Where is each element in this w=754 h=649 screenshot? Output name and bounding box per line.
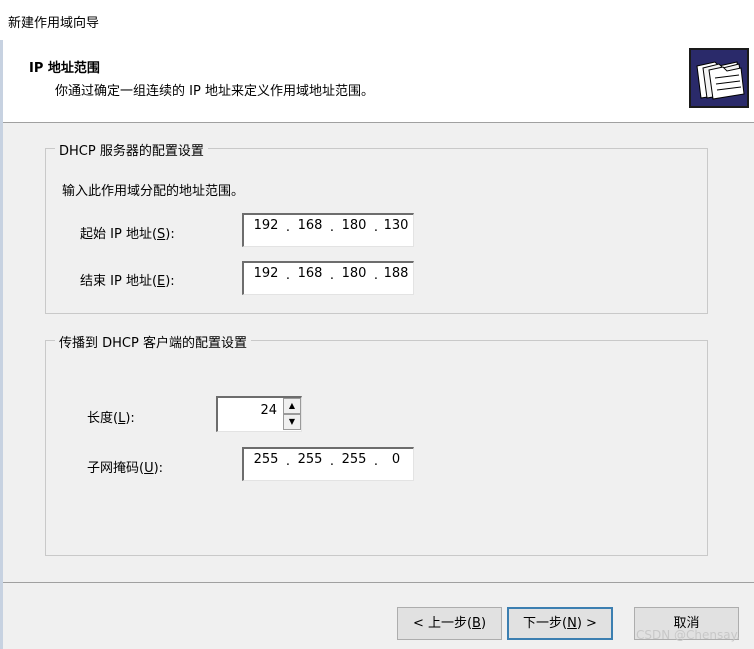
end-ip-octet-4[interactable]: 188 xyxy=(378,266,414,281)
footer-separator xyxy=(3,582,754,583)
wizard-window: 新建作用域向导 IP 地址范围 你通过确定一组连续的 IP 地址来定义作用域地址… xyxy=(0,0,754,649)
title-bar: 新建作用域向导 xyxy=(0,0,754,40)
back-button[interactable]: < 上一步(B) xyxy=(397,607,502,640)
spinner-arrows: ▲ ▼ xyxy=(283,398,301,431)
start-ip-octet-2[interactable]: 168 xyxy=(292,218,328,233)
page-title: IP 地址范围 xyxy=(29,61,100,76)
start-ip-input[interactable]: 192 . 168 . 180 . 130 xyxy=(242,213,414,247)
length-value[interactable]: 24 xyxy=(260,403,277,418)
start-ip-octet-3[interactable]: 180 xyxy=(336,218,372,233)
length-spinner[interactable]: 24 ▲ ▼ xyxy=(216,396,302,432)
window-edge xyxy=(0,40,3,649)
length-label: 长度(L): xyxy=(87,411,135,426)
start-ip-label: 起始 IP 地址(S): xyxy=(80,227,175,242)
end-ip-octet-2[interactable]: 168 xyxy=(292,266,328,281)
folders-wizard-icon xyxy=(689,48,749,108)
dhcp-group-legend: DHCP 服务器的配置设置 xyxy=(55,140,208,159)
mask-octet-2[interactable]: 255 xyxy=(292,452,328,467)
end-ip-octet-1[interactable]: 192 xyxy=(248,266,284,281)
client-group-legend: 传播到 DHCP 客户端的配置设置 xyxy=(55,332,251,351)
subnet-mask-input[interactable]: 255 . 255 . 255 . 0 xyxy=(242,447,414,481)
wizard-header: IP 地址范围 你通过确定一组连续的 IP 地址来定义作用域地址范围。 xyxy=(3,40,754,123)
mask-octet-3[interactable]: 255 xyxy=(336,452,372,467)
spin-down-icon[interactable]: ▼ xyxy=(283,414,301,430)
window-title: 新建作用域向导 xyxy=(8,16,100,31)
end-ip-octet-3[interactable]: 180 xyxy=(336,266,372,281)
mask-octet-4[interactable]: 0 xyxy=(378,452,414,467)
start-ip-octet-4[interactable]: 130 xyxy=(378,218,414,233)
subnet-mask-label: 子网掩码(U): xyxy=(87,461,164,476)
range-instruction: 输入此作用域分配的地址范围。 xyxy=(62,184,245,199)
next-button[interactable]: 下一步(N) > xyxy=(507,607,613,640)
start-ip-octet-1[interactable]: 192 xyxy=(248,218,284,233)
page-subtitle: 你通过确定一组连续的 IP 地址来定义作用域地址范围。 xyxy=(55,84,374,99)
end-ip-label: 结束 IP 地址(E): xyxy=(80,274,175,289)
watermark: CSDN @Chensay. xyxy=(636,628,740,642)
mask-octet-1[interactable]: 255 xyxy=(248,452,284,467)
spin-up-icon[interactable]: ▲ xyxy=(283,398,301,414)
end-ip-input[interactable]: 192 . 168 . 180 . 188 xyxy=(242,261,414,295)
